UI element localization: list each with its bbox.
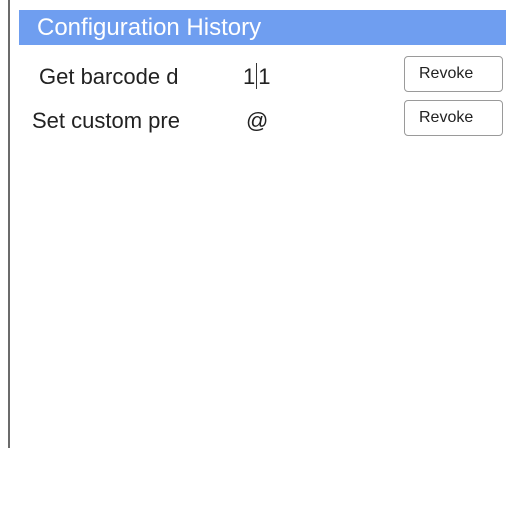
value-text-before-cursor: 1 xyxy=(243,64,256,89)
value-text-after-cursor: 1 xyxy=(258,64,271,89)
history-item-value: @ xyxy=(246,108,269,133)
history-row-barcode: Get barcode d 11 Revoke xyxy=(19,56,506,100)
configuration-history-panel: Configuration History Get barcode d 11 R… xyxy=(19,10,506,522)
history-item-label: Set custom pre xyxy=(32,108,180,133)
window-left-border xyxy=(8,0,10,448)
revoke-button[interactable]: Revoke xyxy=(404,100,503,136)
revoke-button[interactable]: Revoke xyxy=(404,56,503,92)
history-item-value-field[interactable]: 11 xyxy=(243,60,271,94)
panel-title: Configuration History xyxy=(19,10,506,45)
history-row-custom-prefix: Set custom pre @ Revoke xyxy=(19,100,506,144)
app-viewport: Configuration History Get barcode d 11 R… xyxy=(0,0,506,522)
history-item-label: Get barcode d xyxy=(39,64,179,89)
